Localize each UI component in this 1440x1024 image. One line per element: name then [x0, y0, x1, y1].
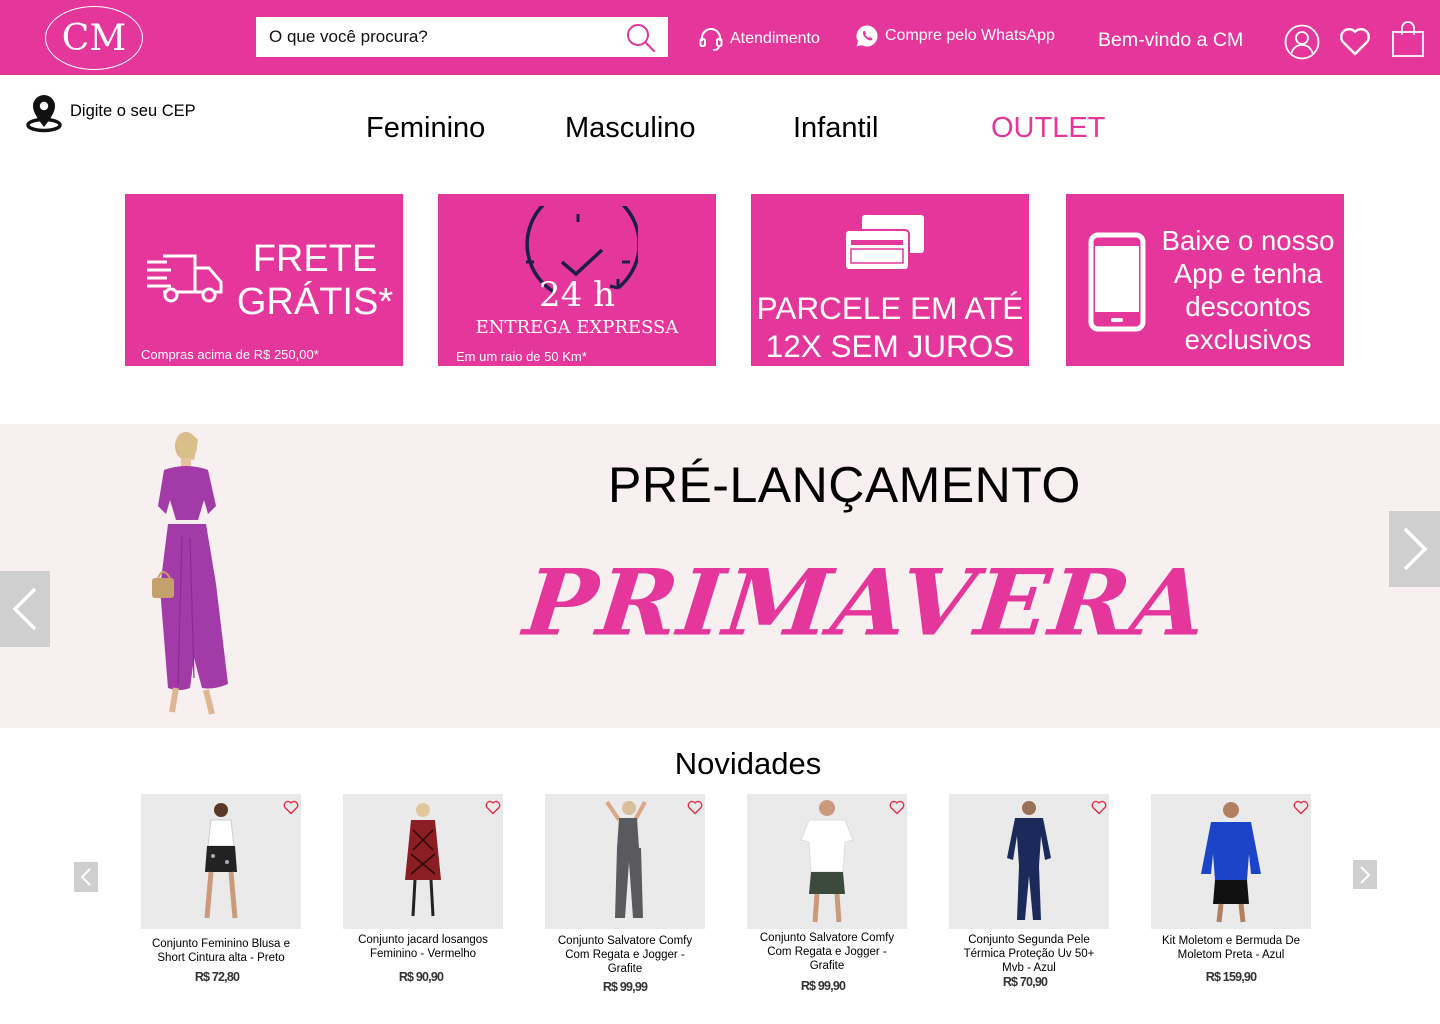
installments-line-1: PARCELE EM ATÉ	[756, 290, 1024, 326]
product-name-line: Conjunto jacard losangos	[358, 934, 488, 946]
model-woman-image	[152, 432, 228, 715]
search-bar	[256, 17, 668, 57]
express-hours: 24 h	[539, 275, 615, 315]
nav-infantil[interactable]: Infantil	[793, 112, 878, 145]
search-input[interactable]	[256, 17, 616, 57]
headset-icon	[699, 28, 723, 51]
wishlist-heart-icon[interactable]	[1339, 27, 1371, 57]
product-price: R$ 99,90	[800, 979, 846, 993]
product-image[interactable]	[1151, 794, 1311, 929]
product-image[interactable]	[343, 794, 503, 929]
top-header: CM Atendimento Compre pelo WhatsApp Bem-…	[0, 0, 1440, 75]
free-shipping-note: Compras acima de R$ 250,00*	[141, 347, 319, 362]
product-name-line: Térmica Proteção Uv 50+	[963, 948, 1095, 960]
product-image[interactable]	[545, 794, 705, 929]
product-price: R$ 72,80	[194, 970, 240, 984]
product-name-line: Conjunto Feminino Blusa e	[151, 938, 291, 950]
product-photo	[1007, 801, 1051, 920]
whatsapp-link[interactable]: Compre pelo WhatsApp	[855, 24, 1055, 48]
product-photo	[1201, 802, 1261, 923]
chevron-right-icon	[1360, 865, 1371, 884]
product-name-line: Moletom Preta - Azul	[1177, 949, 1285, 961]
whatsapp-icon	[856, 25, 878, 47]
pre-launch-label: PRÉ-LANÇAMENTO	[608, 457, 1081, 513]
product-name-line: Kit Moletom e Bermuda De	[1161, 935, 1301, 947]
nav-feminino[interactable]: Feminino	[366, 112, 485, 145]
product-photo	[800, 800, 854, 923]
installments-line-2: 12X SEM JUROS	[765, 327, 1015, 364]
favorite-heart-icon[interactable]	[889, 800, 905, 815]
favorite-heart-icon[interactable]	[687, 800, 703, 815]
product-photo	[204, 803, 238, 919]
site-logo[interactable]: CM	[45, 6, 143, 70]
nav-masculino[interactable]: Masculino	[565, 112, 696, 145]
products-next-button[interactable]	[1353, 860, 1377, 889]
free-shipping-card[interactable]: FRETE GRÁTIS* Compras acima de R$ 250,00…	[125, 194, 403, 366]
product-price: R$ 90,90	[398, 970, 444, 984]
search-icon[interactable]	[626, 23, 656, 53]
banner-prev-button[interactable]	[0, 571, 50, 647]
product-name-line: Conjunto Salvatore Comfy	[759, 932, 895, 944]
favorite-heart-icon[interactable]	[283, 800, 299, 815]
product-name-line: Conjunto Salvatore Comfy	[557, 935, 693, 947]
product-name-line: Com Regata e Jogger -	[767, 946, 887, 958]
app-line-3: descontos	[1185, 291, 1311, 322]
support-link[interactable]: Atendimento	[698, 26, 820, 52]
product-image[interactable]	[949, 794, 1109, 929]
smartphone-icon	[1088, 232, 1146, 332]
app-line-2: App e tenha	[1173, 258, 1323, 289]
product-name-line: Com Regata e Jogger -	[565, 949, 685, 961]
favorite-heart-icon[interactable]	[1293, 800, 1309, 815]
product-name-line: Short Cintura alta - Preto	[157, 952, 285, 964]
app-line-4: exclusivos	[1184, 324, 1312, 355]
account-icon[interactable]	[1284, 24, 1320, 60]
product-image[interactable]	[141, 794, 301, 929]
product-photo	[605, 800, 647, 918]
hero-banner[interactable]: PRÉ-LANÇAMENTO PRIMAVERA	[0, 424, 1440, 728]
free-shipping-title-1: FRETE	[252, 238, 378, 280]
banner-next-button[interactable]	[1389, 511, 1440, 587]
product-price: R$ 159,90	[1205, 970, 1257, 984]
product-price: R$ 70,90	[1002, 975, 1048, 989]
favorite-heart-icon[interactable]	[1091, 800, 1107, 815]
chevron-left-icon	[12, 587, 37, 631]
cep-label: Digite o seu CEP	[70, 101, 196, 120]
product-photo	[405, 803, 441, 917]
shopping-bag-icon[interactable]	[1391, 20, 1425, 58]
favorite-heart-icon[interactable]	[485, 800, 501, 815]
product-price: R$ 99,99	[602, 980, 648, 994]
product-name-line: Conjunto Segunda Pele	[968, 934, 1090, 946]
welcome-text: Bem-vindo a CM	[1098, 29, 1244, 51]
credit-cards-icon	[844, 213, 926, 271]
free-shipping-title-2: GRÁTIS*	[236, 280, 394, 323]
whatsapp-label: Compre pelo WhatsApp	[885, 27, 1055, 44]
express-delivery-card[interactable]: 24 h ENTREGA EXPRESSA Em um raio de 50 K…	[438, 194, 716, 366]
product-name-line: Feminino - Vermelho	[369, 948, 477, 960]
support-label: Atendimento	[730, 30, 820, 47]
chevron-left-icon	[80, 868, 91, 886]
app-download-card[interactable]: Baixe o nosso App e tenha descontos excl…	[1066, 194, 1344, 366]
product-name-line: Mvb - Azul	[1002, 962, 1056, 974]
novidades-title: Novidades	[674, 746, 822, 781]
express-note: Em um raio de 50 Km*	[456, 349, 587, 364]
installments-card[interactable]: PARCELE EM ATÉ 12X SEM JUROS	[751, 194, 1029, 366]
product-name-line: Grafite	[607, 963, 643, 975]
products-prev-button[interactable]	[74, 862, 98, 892]
nav-outlet[interactable]: OUTLET	[991, 112, 1105, 145]
express-title: ENTREGA EXPRESSA	[475, 317, 679, 338]
product-name-line: Grafite	[809, 960, 845, 972]
product-image[interactable]	[747, 794, 907, 929]
cep-selector[interactable]: Digite o seu CEP	[24, 93, 196, 133]
delivery-truck-icon	[147, 254, 223, 303]
app-line-1: Baixe o nosso	[1161, 225, 1335, 256]
location-pin-icon	[26, 95, 62, 133]
chevron-right-icon	[1403, 527, 1427, 571]
primavera-title: PRIMAVERA	[519, 548, 1213, 657]
